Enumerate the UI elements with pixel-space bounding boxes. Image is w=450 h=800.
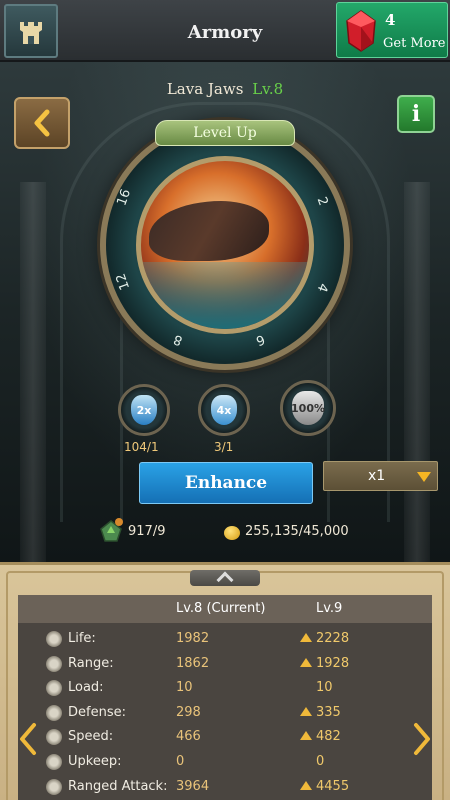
stat-label: Ranged Attack:: [68, 778, 168, 794]
life-icon: [46, 631, 62, 647]
potion-count: 104/1: [124, 440, 159, 454]
portrait-water: [141, 261, 309, 329]
increase-arrow-icon: [300, 657, 312, 667]
stat-row-range: Range: 1862 1928: [18, 652, 432, 677]
current-level-header: Lv.8 (Current): [176, 601, 266, 616]
upgrade-stone-icon: [100, 518, 123, 542]
gems-count: 4: [385, 11, 396, 29]
potion-4x-slot[interactable]: 4x: [198, 384, 250, 436]
upkeep-icon: [46, 754, 62, 770]
stat-current: 1982: [176, 631, 210, 646]
item-level: Lv.8: [252, 80, 284, 98]
stat-next: 2228: [316, 631, 350, 646]
defense-icon: [46, 704, 62, 721]
stat-next: 1928: [316, 655, 350, 671]
multiplier-value: x1: [368, 468, 386, 484]
background-pillar: [20, 182, 46, 562]
stats-header: Lv.8 (Current) Lv.9: [18, 595, 432, 623]
stat-row-load: Load: 10 10: [18, 676, 432, 701]
stat-current: 0: [176, 754, 185, 769]
stat-next: 4455: [316, 778, 350, 794]
portrait-beast: [149, 201, 269, 261]
stat-row-ranged-attack: Ranged Attack: 3964 4455: [18, 775, 432, 800]
stat-label: Life:: [68, 631, 96, 646]
info-icon: i: [411, 101, 421, 127]
item-name: Lava Jaws: [166, 80, 244, 98]
stat-current: 298: [176, 704, 201, 720]
grey-potion-icon: 100%: [291, 391, 325, 425]
stat-label: Speed:: [68, 729, 114, 745]
increase-arrow-icon: [300, 780, 312, 790]
range-icon: [46, 655, 62, 672]
next-level-header: Lv.9: [316, 601, 343, 616]
blue-potion-icon: 2x: [131, 395, 157, 425]
potion-label: 100%: [291, 401, 325, 415]
stat-label: Range:: [68, 655, 114, 671]
gold-coin-icon: [224, 526, 240, 540]
stats-panel: Lv.8 (Current) Lv.9 Life: 1982 2228 Rang…: [0, 562, 450, 800]
dropdown-arrow-icon: [417, 472, 431, 482]
increase-arrow-icon: [300, 633, 312, 642]
stat-row-speed: Speed: 466 482: [18, 725, 432, 750]
next-item-arrow-icon[interactable]: [412, 722, 432, 756]
get-more-gems-button[interactable]: 4 Get More: [336, 2, 448, 58]
enhance-stage: Lava Jaws Lv.8 i Level Up 2 4 6 8 12 16 …: [0, 62, 450, 562]
potion-label: 4x: [216, 403, 232, 417]
stat-label: Load:: [68, 680, 104, 696]
stat-next: 335: [316, 704, 341, 720]
background-pillar: [404, 182, 430, 562]
potion-label: 2x: [136, 403, 152, 417]
stat-row-defense: Defense: 298 335: [18, 701, 432, 726]
potion-2x-slot[interactable]: 2x: [118, 384, 170, 436]
speed-icon: [46, 729, 62, 746]
chevron-up-icon: [216, 571, 234, 589]
increase-arrow-icon: [300, 706, 312, 716]
stat-row-life: Life: 1982 2228: [18, 627, 432, 652]
enhance-button[interactable]: Enhance: [139, 462, 313, 504]
previous-item-arrow-icon[interactable]: [18, 722, 38, 756]
load-icon: [46, 680, 62, 697]
increase-arrow-icon: [300, 731, 312, 741]
info-button[interactable]: i: [397, 95, 435, 133]
stat-next: 10: [316, 680, 333, 696]
stone-count: 917/9: [128, 524, 166, 539]
get-more-label: Get More: [383, 36, 446, 51]
back-button[interactable]: [14, 97, 70, 149]
item-title: Lava Jaws Lv.8: [0, 80, 450, 98]
ruby-icon: [346, 10, 376, 52]
stat-label: Upkeep:: [68, 754, 122, 769]
potion-100-slot[interactable]: 100%: [280, 380, 336, 436]
multiplier-dropdown[interactable]: x1: [323, 461, 438, 491]
gold-count: 255,135/45,000: [245, 524, 349, 539]
item-portrait: [136, 156, 314, 334]
top-bar: Armory 4 Get More: [0, 0, 450, 62]
stat-next: 482: [316, 729, 341, 745]
chevron-left-icon: [34, 109, 50, 137]
level-up-label: Level Up: [155, 120, 295, 146]
stat-next: 0: [316, 754, 325, 769]
blue-potion-icon: 4x: [211, 395, 237, 425]
stat-current: 10: [176, 680, 193, 696]
potion-count: 3/1: [214, 440, 234, 454]
stat-current: 3964: [176, 778, 210, 794]
stat-label: Defense:: [68, 704, 126, 720]
stat-current: 1862: [176, 655, 210, 671]
stats-table: Life: 1982 2228 Range: 1862 1928 Load: 1…: [18, 623, 432, 800]
collapse-button[interactable]: [190, 570, 260, 589]
level-wheel: [100, 120, 350, 370]
stat-row-upkeep: Upkeep: 0 0: [18, 750, 432, 775]
stat-current: 466: [176, 729, 201, 745]
ranged-attack-icon: [46, 778, 62, 795]
